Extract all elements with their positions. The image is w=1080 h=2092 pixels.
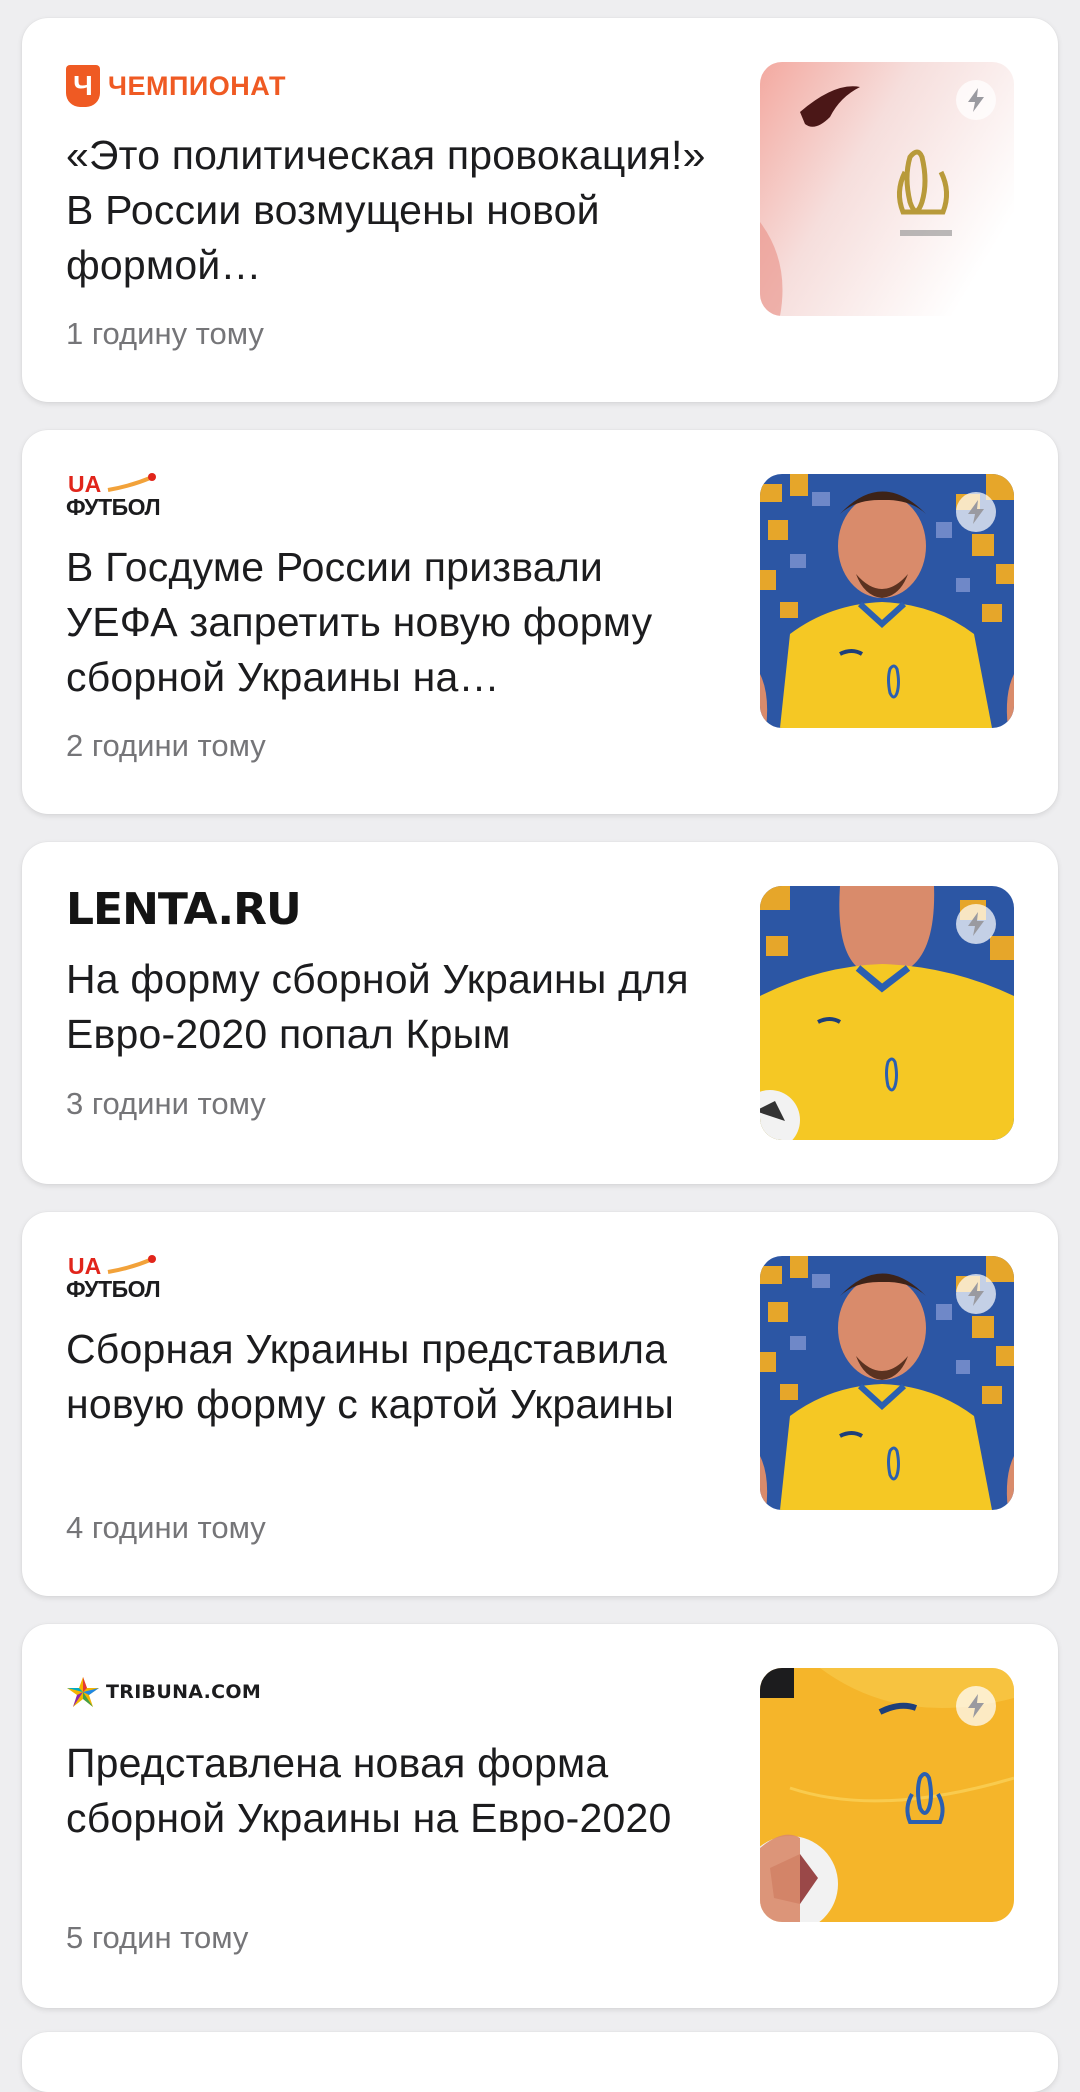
- source-logo-uafootball: UA ФУТБОЛ: [66, 471, 176, 522]
- source-name-prefix: UA: [68, 1253, 102, 1279]
- news-card[interactable]: LENTA.RU На форму сборной Украины для Ев…: [22, 842, 1058, 1184]
- lightning-icon: [956, 1686, 996, 1726]
- news-time: 3 години тому: [66, 1086, 266, 1121]
- news-card[interactable]: TRIBUNA.COM Представлена новая форма сбо…: [22, 1624, 1058, 2008]
- comet-icon: [107, 1255, 156, 1274]
- news-card[interactable]: UA ФУТБОЛ Сборная Украины представила но…: [22, 1212, 1058, 1596]
- source-name: ФУТБОЛ: [66, 1276, 161, 1302]
- news-time: 5 годин тому: [66, 1920, 249, 1955]
- source-name: LENTA.RU: [66, 884, 302, 935]
- news-time: 4 години тому: [66, 1510, 266, 1545]
- news-headline[interactable]: На форму сборной Украины для Евро-2020 п…: [66, 952, 726, 1062]
- news-thumbnail[interactable]: [760, 886, 1014, 1140]
- news-headline[interactable]: Сборная Украины представила новую форму …: [66, 1322, 726, 1432]
- source-name: TRIBUNA.COM: [106, 1681, 262, 1703]
- news-thumbnail[interactable]: [760, 474, 1014, 728]
- source-name: ФУТБОЛ: [66, 494, 161, 520]
- source-name: ЧЕМПИОНАТ: [108, 70, 286, 101]
- news-thumbnail[interactable]: [760, 1256, 1014, 1510]
- source-logo-championat: Ч ЧЕМПИОНАТ: [66, 62, 286, 110]
- news-headline[interactable]: В Госдуме России призвали УЕФА запретить…: [66, 540, 726, 705]
- source-logo-lenta: LENTA.RU: [66, 884, 302, 935]
- comet-icon: [107, 473, 156, 492]
- news-headline[interactable]: Представлена новая форма сборной Украины…: [66, 1736, 726, 1846]
- lightning-icon: [956, 1274, 996, 1314]
- news-card[interactable]: [22, 2032, 1058, 2092]
- news-card[interactable]: Ч ЧЕМПИОНАТ «Это политическая провокация…: [22, 18, 1058, 402]
- news-card[interactable]: UA ФУТБОЛ В Госдуме России призвали УЕФА…: [22, 430, 1058, 814]
- news-headline[interactable]: «Это политическая провокация!» В России …: [66, 128, 726, 293]
- source-logo-uafootball: UA ФУТБОЛ: [66, 1253, 176, 1304]
- news-feed: Ч ЧЕМПИОНАТ «Это политическая провокация…: [0, 0, 1080, 2092]
- championat-logo-icon: Ч: [66, 65, 100, 107]
- source-logo-tribuna: TRIBUNA.COM: [66, 1668, 261, 1716]
- lightning-icon: [956, 492, 996, 532]
- star-icon: [67, 1677, 99, 1707]
- lightning-icon: [956, 904, 996, 944]
- news-thumbnail[interactable]: [760, 1668, 1014, 1922]
- news-time: 2 години тому: [66, 728, 266, 763]
- news-time: 1 годину тому: [66, 316, 264, 351]
- news-thumbnail[interactable]: [760, 62, 1014, 316]
- source-name-prefix: UA: [68, 471, 102, 497]
- lightning-icon: [956, 80, 996, 120]
